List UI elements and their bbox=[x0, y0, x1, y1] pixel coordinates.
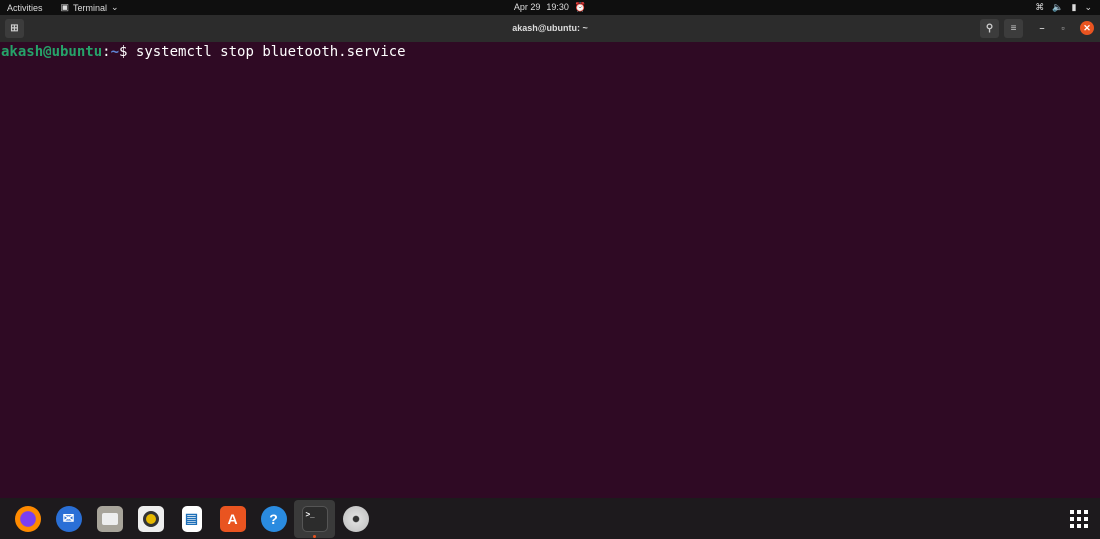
dock-rhythmbox[interactable] bbox=[130, 500, 171, 538]
prompt-line: akash@ubuntu:~$ systemctl stop bluetooth… bbox=[1, 44, 1099, 60]
command-text: systemctl stop bluetooth.service bbox=[135, 44, 406, 60]
menu-button[interactable]: ≡ bbox=[1004, 19, 1023, 38]
disc-icon bbox=[342, 505, 369, 532]
hamburger-icon: ≡ bbox=[1010, 23, 1017, 34]
running-indicator bbox=[313, 534, 316, 538]
terminal-icon: ▣ bbox=[60, 2, 70, 12]
rhythmbox-icon bbox=[137, 505, 164, 532]
close-button[interactable]: ✕ bbox=[1080, 21, 1094, 35]
software-icon: A bbox=[219, 505, 246, 532]
terminal-icon: >_ bbox=[301, 505, 328, 532]
minimize-icon: – bbox=[1039, 23, 1045, 33]
dock-firefox[interactable] bbox=[7, 500, 48, 538]
dock: ✉ ▤ A ? >_ bbox=[0, 498, 1100, 539]
dock-writer[interactable]: ▤ bbox=[171, 500, 212, 538]
alarm-icon: ⏰ bbox=[574, 2, 587, 12]
system-tray[interactable]: ⌘ 🔈 ▮ ⌄ bbox=[1035, 2, 1092, 13]
dock-files[interactable] bbox=[89, 500, 130, 538]
network-icon: ⌘ bbox=[1035, 2, 1045, 12]
files-icon bbox=[96, 505, 123, 532]
activities-button[interactable]: Activities bbox=[7, 3, 43, 13]
time: 19:30 bbox=[546, 2, 569, 12]
restore-icon: ▫ bbox=[1061, 23, 1065, 33]
prompt-user-host: akash@ubuntu bbox=[1, 44, 103, 60]
search-icon: ⚲ bbox=[985, 23, 994, 34]
firefox-icon bbox=[14, 505, 41, 532]
new-tab-icon: ⊞ bbox=[10, 23, 19, 34]
new-tab-button[interactable]: ⊞ bbox=[5, 19, 24, 38]
top-bar: Activities ▣ Terminal ⌄ Apr 29 19:30 ⏰ ⌘ 🔈 ▮ ⌄ bbox=[0, 0, 1100, 15]
close-icon: ✕ bbox=[1083, 22, 1091, 33]
terminal-output[interactable]: akash@ubuntu:~$ systemctl stop bluetooth… bbox=[0, 42, 1100, 498]
dock-disc[interactable] bbox=[335, 500, 376, 538]
dock-thunderbird[interactable]: ✉ bbox=[48, 500, 89, 538]
clock[interactable]: Apr 29 19:30 ⏰ bbox=[514, 2, 586, 13]
volume-icon: 🔈 bbox=[1052, 2, 1064, 12]
window-title: akash@ubuntu: ~ bbox=[512, 23, 588, 33]
chevron-down-icon: ⌄ bbox=[1084, 2, 1092, 12]
show-apps-icon[interactable] bbox=[1070, 510, 1088, 528]
battery-icon: ▮ bbox=[1071, 2, 1077, 12]
chevron-down-icon: ⌄ bbox=[111, 2, 119, 12]
prompt-symbol: $ bbox=[119, 44, 136, 60]
window-titlebar: ⊞ akash@ubuntu: ~ ⚲ ≡ – ▫ ✕ bbox=[0, 15, 1100, 42]
prompt-colon: : bbox=[102, 44, 111, 60]
maximize-button[interactable]: ▫ bbox=[1056, 21, 1070, 35]
app-menu[interactable]: ▣ Terminal ⌄ bbox=[61, 2, 119, 13]
search-button[interactable]: ⚲ bbox=[980, 19, 999, 38]
minimize-button[interactable]: – bbox=[1035, 21, 1049, 35]
writer-icon: ▤ bbox=[181, 505, 202, 532]
thunderbird-icon: ✉ bbox=[55, 505, 82, 532]
help-icon: ? bbox=[260, 505, 287, 532]
dock-help[interactable]: ? bbox=[253, 500, 294, 538]
date: Apr 29 bbox=[513, 2, 541, 12]
prompt-path: ~ bbox=[110, 44, 120, 60]
dock-terminal[interactable]: >_ bbox=[294, 499, 335, 538]
app-menu-label: Terminal bbox=[73, 2, 108, 13]
dock-software[interactable]: A bbox=[212, 500, 253, 538]
